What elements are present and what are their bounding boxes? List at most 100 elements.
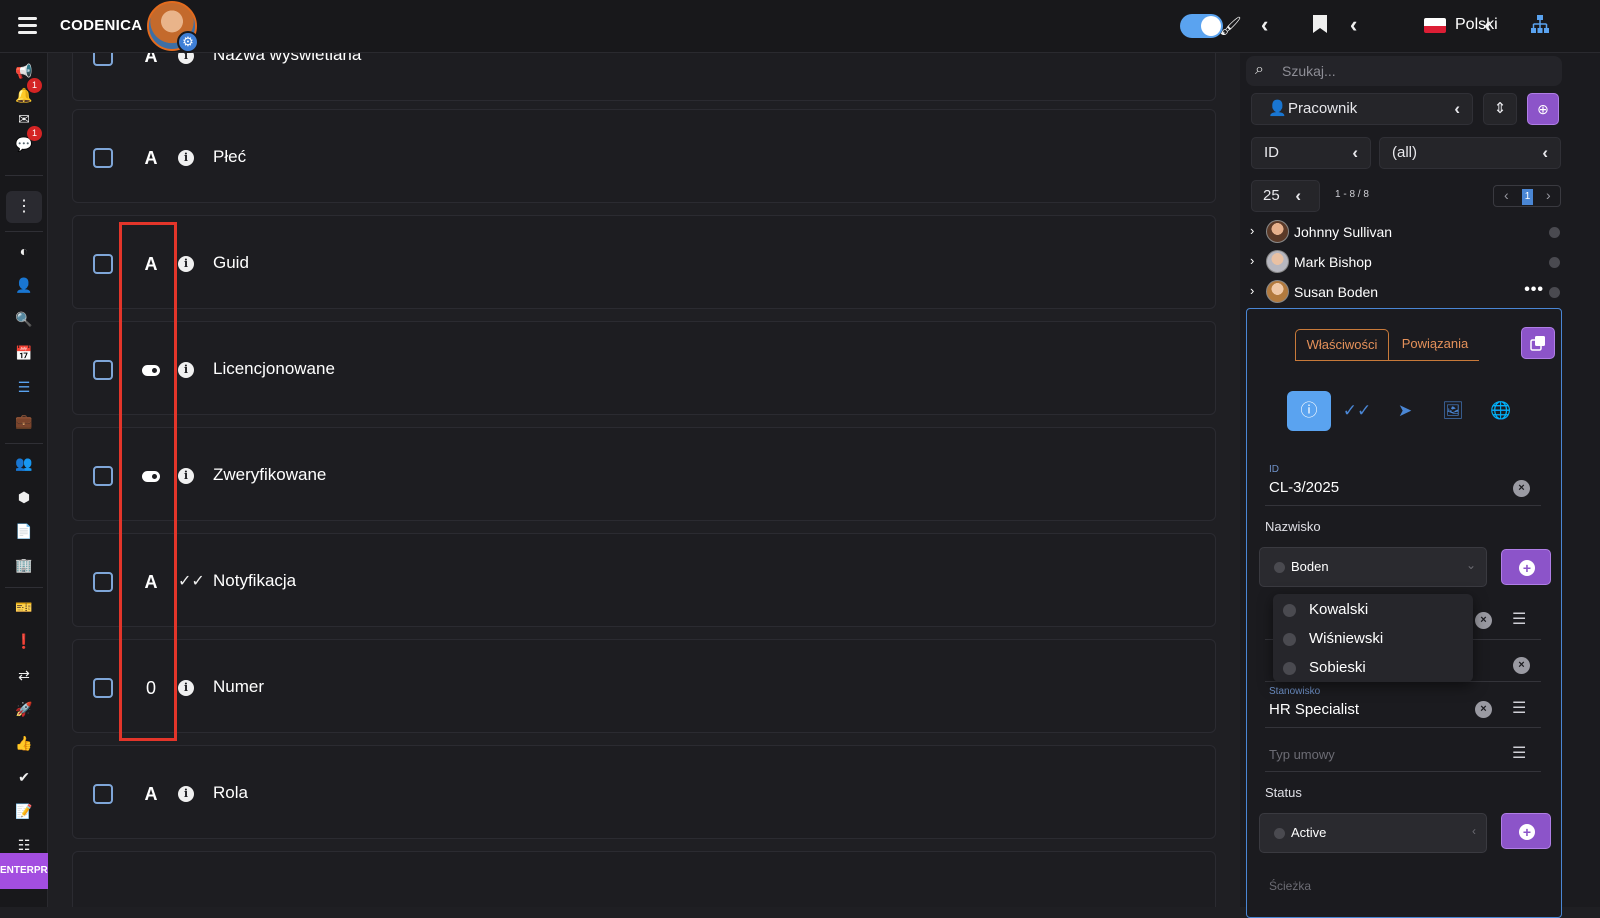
- divider: [5, 587, 43, 588]
- entity-select[interactable]: 👤 Pracownik ‹: [1251, 93, 1473, 125]
- page-size-select[interactable]: 25 ‹: [1251, 180, 1320, 212]
- info-icon[interactable]: i: [178, 786, 194, 802]
- next-page-icon[interactable]: ›: [1546, 187, 1551, 203]
- building-icon[interactable]: 🏢: [14, 555, 34, 575]
- chevron-left-icon[interactable]: ‹: [1350, 12, 1357, 38]
- filter-field-select[interactable]: ID ‹: [1251, 137, 1371, 169]
- list-item[interactable]: › Susan Boden •••: [1246, 277, 1562, 307]
- row-checkbox[interactable]: [93, 254, 113, 274]
- text-type-icon: A: [144, 148, 158, 168]
- dashboard-icon[interactable]: ◐: [14, 241, 34, 261]
- chevron-left-icon[interactable]: ‹: [1484, 12, 1491, 38]
- info-icon[interactable]: i: [178, 468, 194, 484]
- user-icon[interactable]: 👤: [14, 275, 34, 295]
- person-name: Johnny Sullivan: [1294, 224, 1393, 240]
- list-item[interactable]: › Mark Bishop: [1246, 247, 1562, 277]
- chevron-right-icon[interactable]: ›: [1250, 253, 1254, 268]
- note-icon[interactable]: 📝: [14, 801, 34, 821]
- row-checkbox[interactable]: [93, 360, 113, 380]
- list-item: 0 i Numer: [72, 639, 1216, 733]
- tab-properties[interactable]: Właściwości: [1295, 329, 1389, 361]
- menu-icon[interactable]: [18, 17, 37, 34]
- chevron-down-icon: ⌄: [1465, 558, 1476, 572]
- user-avatar[interactable]: ⚙: [147, 1, 199, 53]
- contract-type-field[interactable]: Typ umowy: [1269, 747, 1335, 762]
- list-item: A i Rola: [72, 745, 1216, 839]
- send-icon[interactable]: ➤: [1383, 391, 1427, 431]
- left-rail: 📢 🔔 1 ✉ 💬 1 ⋮ ◐ 👤 🔍 📅 ☰ 💼 👥 ⬢ 📄 🏢 🎫 ❗ ⇄ …: [0, 53, 48, 907]
- sitemap-icon[interactable]: [1530, 14, 1550, 40]
- bookmark-icon[interactable]: [1312, 14, 1328, 40]
- divider: [5, 443, 43, 444]
- current-page[interactable]: 1: [1522, 189, 1533, 205]
- person-name: Mark Bishop: [1294, 254, 1372, 270]
- clear-icon[interactable]: ×: [1513, 480, 1530, 497]
- exchange-icon[interactable]: ⇄: [14, 665, 34, 685]
- search-input[interactable]: ⌕ Szukaj...: [1246, 56, 1562, 86]
- list-item: i Zweryfikowane: [72, 427, 1216, 521]
- thumbs-up-icon[interactable]: 👍: [14, 733, 34, 753]
- alert-icon[interactable]: ❗: [14, 631, 34, 651]
- prev-page-icon[interactable]: ‹: [1504, 187, 1509, 203]
- gear-icon[interactable]: ⚙: [177, 31, 199, 53]
- status-select[interactable]: Active ‹: [1259, 813, 1487, 853]
- info-icon[interactable]: i: [178, 680, 194, 696]
- file-icon[interactable]: 📄: [14, 521, 34, 541]
- calendar-icon[interactable]: 📅: [14, 343, 34, 363]
- filter-value-select[interactable]: (all) ‹: [1379, 137, 1561, 169]
- id-field-value[interactable]: CL-3/2025: [1269, 479, 1339, 496]
- entity-label: Pracownik: [1288, 100, 1358, 117]
- clear-icon[interactable]: ×: [1475, 701, 1492, 718]
- chevron-right-icon[interactable]: ›: [1250, 223, 1254, 238]
- sort-icon[interactable]: ⇕: [1483, 93, 1517, 125]
- suitcase-icon[interactable]: 💼: [14, 411, 34, 431]
- poland-flag-icon[interactable]: [1424, 18, 1446, 33]
- brush-icon[interactable]: 🖌: [1219, 14, 1242, 38]
- field-label: Zweryfikowane: [213, 465, 327, 484]
- ticket-icon[interactable]: 🎫: [14, 597, 34, 617]
- row-checkbox[interactable]: [93, 466, 113, 486]
- globe-icon[interactable]: 🌐: [1479, 391, 1523, 431]
- page-size-value: 25: [1263, 187, 1280, 204]
- cubes-icon[interactable]: ⬢: [14, 487, 34, 507]
- info-icon[interactable]: i: [178, 150, 194, 166]
- tab-relations[interactable]: Powiązania: [1395, 329, 1475, 361]
- info-icon[interactable]: i: [178, 256, 194, 272]
- clear-icon[interactable]: ×: [1475, 612, 1492, 629]
- clear-icon[interactable]: ×: [1513, 657, 1530, 674]
- add-status-button[interactable]: +: [1501, 813, 1551, 849]
- rocket-icon[interactable]: 🚀: [14, 699, 34, 719]
- copy-button[interactable]: [1521, 327, 1555, 359]
- row-checkbox[interactable]: [93, 148, 113, 168]
- add-button[interactable]: ⊕: [1527, 93, 1559, 125]
- search-icon[interactable]: 🔍: [14, 309, 34, 329]
- user-check-icon[interactable]: ✔: [14, 767, 34, 787]
- list-icon[interactable]: ☰: [1512, 609, 1526, 629]
- row-checkbox[interactable]: [93, 53, 113, 66]
- row-checkbox[interactable]: [93, 784, 113, 804]
- list-icon[interactable]: ☰: [1512, 743, 1526, 763]
- position-value[interactable]: HR Specialist: [1269, 701, 1359, 718]
- row-checkbox[interactable]: [93, 572, 113, 592]
- row-checkbox[interactable]: [93, 678, 113, 698]
- list-item[interactable]: › Johnny Sullivan: [1246, 217, 1562, 247]
- chevron-left-icon[interactable]: ‹: [1261, 12, 1268, 38]
- list-check-icon[interactable]: ☷: [14, 835, 34, 855]
- database-icon[interactable]: ☰: [14, 377, 34, 397]
- info-icon[interactable]: i: [178, 362, 194, 378]
- list-icon[interactable]: ☰: [1512, 698, 1526, 718]
- image-icon[interactable]: 🖼: [1431, 391, 1475, 431]
- more-vertical-icon[interactable]: ⋮: [6, 191, 42, 223]
- chevron-right-icon[interactable]: ›: [1250, 283, 1254, 298]
- add-surname-button[interactable]: +: [1501, 549, 1551, 585]
- info-icon[interactable]: i: [178, 53, 194, 64]
- theme-toggle[interactable]: [1180, 14, 1223, 38]
- users-icon[interactable]: 👥: [14, 453, 34, 473]
- surname-select[interactable]: Boden ⌄: [1259, 547, 1487, 587]
- double-check-icon[interactable]: ✓✓: [1335, 391, 1379, 431]
- more-horizontal-icon[interactable]: •••: [1524, 281, 1544, 299]
- field-label: Rola: [213, 783, 248, 802]
- enterprise-badge: ENTERPRISE: [0, 853, 48, 889]
- info-section-icon[interactable]: ⓘ: [1287, 391, 1331, 431]
- double-check-icon[interactable]: ✓✓: [178, 570, 205, 594]
